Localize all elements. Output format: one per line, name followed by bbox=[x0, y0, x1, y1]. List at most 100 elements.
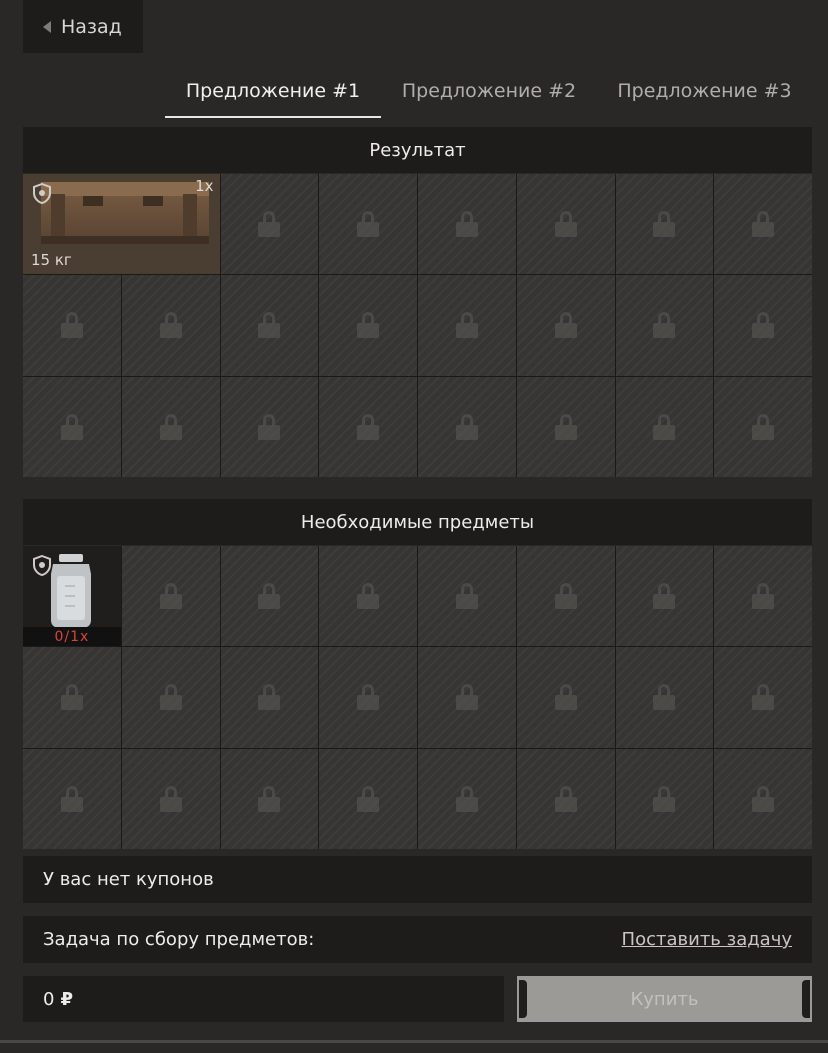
lock-icon bbox=[159, 583, 182, 610]
locked-slot bbox=[615, 275, 714, 376]
locked-slot bbox=[220, 275, 319, 376]
shield-icon bbox=[33, 183, 51, 204]
locked-slot bbox=[418, 275, 516, 376]
back-button[interactable]: Назад bbox=[23, 0, 143, 53]
locked-slot bbox=[516, 174, 615, 275]
set-task-link[interactable]: Поставить задачу bbox=[622, 929, 792, 950]
locked-slot bbox=[418, 546, 516, 647]
lock-icon bbox=[554, 684, 577, 711]
locked-slot bbox=[714, 376, 812, 477]
locked-slot bbox=[516, 546, 615, 647]
lock-icon bbox=[60, 684, 83, 711]
locked-slot bbox=[319, 748, 417, 849]
task-bar: Задача по сбору предметов: Поставить зад… bbox=[23, 916, 812, 963]
locked-slot bbox=[319, 647, 417, 748]
locked-slot bbox=[319, 275, 417, 376]
result-grid: 1x 15 кг bbox=[23, 174, 812, 477]
required-item-count: 0/1x bbox=[23, 627, 121, 647]
locked-slot bbox=[220, 174, 319, 275]
lock-icon bbox=[455, 211, 478, 238]
buy-button-label: Купить bbox=[630, 988, 699, 1010]
lock-icon bbox=[455, 413, 478, 440]
locked-slot bbox=[319, 376, 417, 477]
required-items-header: Необходимые предметы bbox=[23, 499, 812, 545]
ruble-icon: ₽ bbox=[60, 988, 73, 1010]
coupons-text: У вас нет купонов bbox=[43, 869, 214, 890]
required-items-grid: 0/1x bbox=[23, 546, 812, 849]
lock-icon bbox=[554, 211, 577, 238]
lock-icon bbox=[752, 312, 775, 339]
locked-slot bbox=[714, 275, 812, 376]
lock-icon bbox=[60, 312, 83, 339]
lock-icon bbox=[357, 684, 380, 711]
lock-icon bbox=[653, 583, 676, 610]
lock-icon bbox=[60, 785, 83, 812]
result-item-crate[interactable]: 1x 15 кг bbox=[23, 174, 220, 275]
lock-icon bbox=[159, 785, 182, 812]
tab-offer-1[interactable]: Предложение #1 bbox=[165, 63, 381, 118]
lock-icon bbox=[258, 211, 281, 238]
buy-button[interactable]: Купить bbox=[517, 976, 812, 1022]
locked-slot bbox=[615, 174, 714, 275]
locked-slot bbox=[121, 748, 220, 849]
lock-icon bbox=[752, 583, 775, 610]
lock-icon bbox=[60, 413, 83, 440]
locked-slot bbox=[516, 275, 615, 376]
lock-icon bbox=[752, 211, 775, 238]
offer-tabs: Предложение #1 Предложение #2 Предложени… bbox=[165, 63, 812, 118]
locked-slot bbox=[220, 376, 319, 477]
tab-offer-2[interactable]: Предложение #2 bbox=[381, 63, 597, 118]
result-item-weight: 15 кг bbox=[31, 251, 72, 270]
lock-icon bbox=[554, 583, 577, 610]
lock-icon bbox=[653, 211, 676, 238]
chevron-left-icon bbox=[43, 20, 51, 33]
lock-icon bbox=[258, 583, 281, 610]
locked-slot bbox=[516, 376, 615, 477]
lock-icon bbox=[455, 684, 478, 711]
locked-slot bbox=[121, 647, 220, 748]
lock-icon bbox=[258, 413, 281, 440]
locked-slot bbox=[220, 546, 319, 647]
lock-icon bbox=[455, 785, 478, 812]
result-item-quantity: 1x bbox=[195, 177, 214, 195]
locked-slot bbox=[615, 546, 714, 647]
lock-icon bbox=[752, 785, 775, 812]
locked-slot bbox=[220, 748, 319, 849]
locked-slot bbox=[516, 647, 615, 748]
locked-slot bbox=[615, 748, 714, 849]
locked-slot bbox=[418, 748, 516, 849]
locked-slot bbox=[121, 546, 220, 647]
tab-offer-3[interactable]: Предложение #3 bbox=[597, 63, 812, 118]
locked-slot bbox=[418, 174, 516, 275]
lock-icon bbox=[159, 312, 182, 339]
lock-icon bbox=[159, 684, 182, 711]
locked-slot bbox=[121, 275, 220, 376]
lock-icon bbox=[653, 785, 676, 812]
locked-slot bbox=[714, 174, 812, 275]
locked-slot bbox=[121, 376, 220, 477]
required-item-jar[interactable]: 0/1x bbox=[23, 546, 121, 647]
lock-icon bbox=[554, 413, 577, 440]
lock-icon bbox=[455, 583, 478, 610]
lock-icon bbox=[357, 312, 380, 339]
locked-slot bbox=[23, 748, 121, 849]
coupons-bar: У вас нет купонов bbox=[23, 856, 812, 903]
locked-slot bbox=[319, 174, 417, 275]
locked-slot bbox=[23, 275, 121, 376]
locked-slot bbox=[220, 647, 319, 748]
lock-icon bbox=[455, 312, 478, 339]
locked-slot bbox=[23, 647, 121, 748]
lock-icon bbox=[258, 684, 281, 711]
shield-icon bbox=[33, 555, 51, 576]
lock-icon bbox=[357, 413, 380, 440]
locked-slot bbox=[23, 376, 121, 477]
button-cap-right bbox=[802, 980, 810, 1018]
lock-icon bbox=[258, 785, 281, 812]
lock-icon bbox=[357, 211, 380, 238]
locked-slot bbox=[516, 748, 615, 849]
back-button-label: Назад bbox=[61, 15, 122, 38]
lock-icon bbox=[653, 413, 676, 440]
locked-slot bbox=[418, 647, 516, 748]
lock-icon bbox=[258, 312, 281, 339]
lock-icon bbox=[752, 684, 775, 711]
